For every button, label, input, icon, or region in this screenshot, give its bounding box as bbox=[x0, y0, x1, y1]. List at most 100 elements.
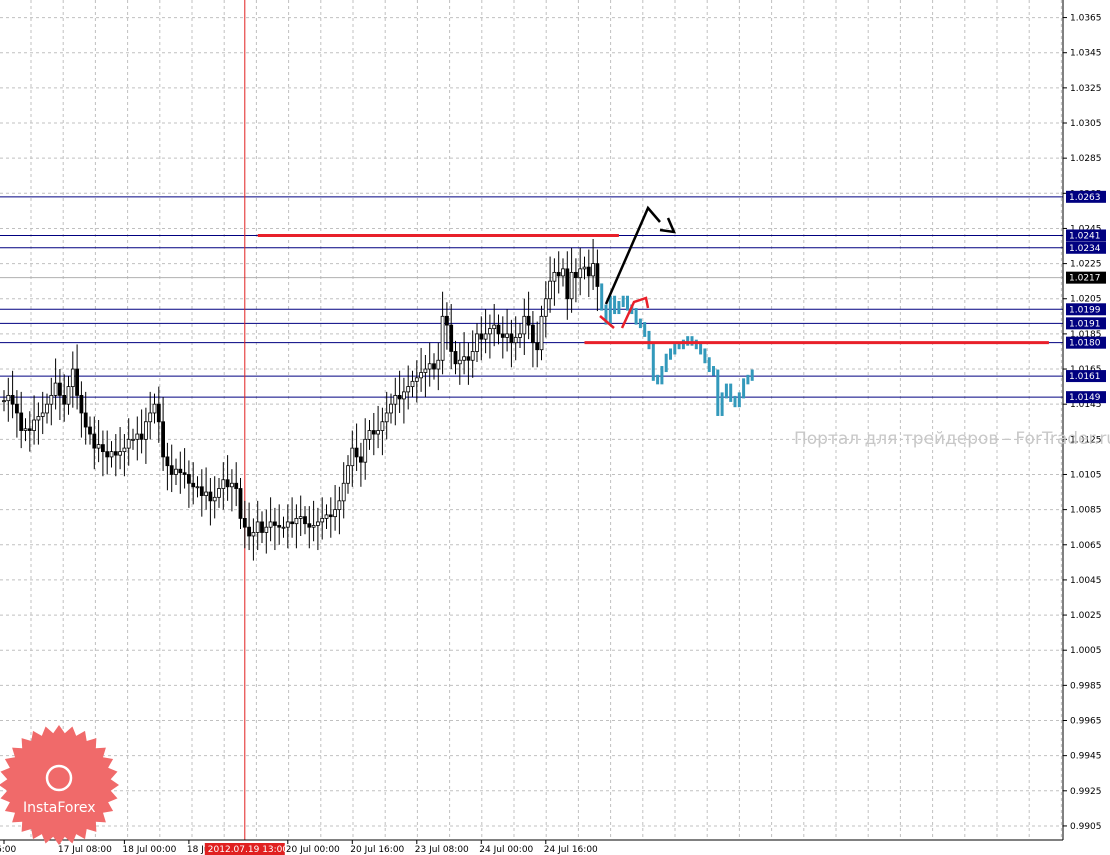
candle-body bbox=[238, 488, 243, 519]
logo-text: InstaForex bbox=[23, 800, 96, 816]
y-tick-label: 1.0305 bbox=[1070, 119, 1102, 129]
candle-body bbox=[58, 382, 62, 396]
forecast-bar bbox=[664, 353, 668, 373]
candle-body bbox=[186, 474, 191, 484]
y-tick-label: 1.0325 bbox=[1070, 84, 1102, 94]
candle-body bbox=[234, 482, 239, 489]
candle-body bbox=[531, 324, 535, 344]
y-tick-label: 1.0285 bbox=[1070, 154, 1102, 164]
candle-body bbox=[6, 394, 11, 402]
forecast-bar bbox=[737, 392, 741, 408]
x-tick-label: 24 Jul 16:00 bbox=[544, 845, 598, 855]
candle-body bbox=[161, 421, 166, 458]
y-tick-label: 1.0005 bbox=[1070, 646, 1102, 656]
x-tick-label: 24 Jul 00:00 bbox=[479, 845, 533, 855]
forecast-bar bbox=[600, 283, 604, 311]
y-tick-label: 1.0105 bbox=[1070, 470, 1102, 480]
candle-body bbox=[543, 298, 548, 317]
candle-body bbox=[492, 324, 497, 330]
forecast-bar bbox=[617, 301, 621, 315]
level-label: 1.0149 bbox=[1069, 393, 1101, 403]
forecast-bar bbox=[699, 343, 703, 355]
candle-body bbox=[247, 526, 252, 537]
candle-body bbox=[320, 518, 325, 523]
candle-body bbox=[324, 514, 329, 519]
candle-body bbox=[294, 518, 299, 525]
candle-body bbox=[135, 433, 140, 440]
y-tick-label: 1.0085 bbox=[1070, 506, 1102, 516]
forecast-bar bbox=[746, 374, 750, 385]
candle-body bbox=[595, 263, 600, 287]
candle-body bbox=[457, 359, 462, 365]
forecast-bar bbox=[656, 374, 660, 385]
level-label: 1.0234 bbox=[1069, 244, 1101, 254]
candle-body bbox=[92, 433, 97, 449]
candle-body bbox=[341, 482, 346, 502]
candle-body bbox=[311, 525, 316, 528]
forecast-bar bbox=[729, 383, 733, 402]
candle-body bbox=[354, 447, 359, 458]
candle-body bbox=[371, 430, 376, 435]
level-label: 1.0241 bbox=[1069, 231, 1101, 241]
candle-body bbox=[522, 315, 527, 335]
candle-body bbox=[101, 444, 105, 453]
x-tick-label: 18 Jul 00:00 bbox=[122, 845, 176, 855]
y-tick-label: 0.9965 bbox=[1070, 717, 1102, 727]
candle-body bbox=[156, 403, 161, 423]
forecast-bar bbox=[750, 369, 754, 381]
candle-body bbox=[139, 433, 144, 440]
candle-body bbox=[118, 451, 122, 456]
candle-body bbox=[475, 333, 479, 352]
candle-body bbox=[419, 372, 424, 379]
candle-body bbox=[453, 351, 458, 365]
candle-body bbox=[539, 315, 544, 351]
candle-body bbox=[444, 315, 449, 326]
candle-body bbox=[367, 430, 372, 440]
x-tick-label: 20 Jul 16:00 bbox=[350, 845, 404, 855]
candle-body bbox=[333, 509, 338, 518]
forecast-bar bbox=[634, 308, 638, 325]
candle-body bbox=[290, 521, 295, 525]
candle-body bbox=[260, 521, 264, 533]
forecast-bar bbox=[673, 343, 677, 355]
candle-body bbox=[10, 394, 15, 405]
candle-body bbox=[268, 521, 273, 528]
candle-body bbox=[251, 532, 256, 537]
candle-body bbox=[126, 438, 131, 449]
level-label: 1.0263 bbox=[1069, 193, 1101, 203]
candle-body bbox=[191, 482, 196, 488]
candle-body bbox=[414, 377, 419, 382]
candle-body bbox=[513, 337, 518, 344]
candle-body bbox=[337, 500, 342, 511]
candle-body bbox=[397, 394, 402, 400]
watermark: Портал для трейдеров - ForTrader.ru bbox=[794, 429, 1110, 449]
candle-body bbox=[225, 479, 230, 488]
forecast-bar bbox=[613, 295, 617, 315]
candle-body bbox=[574, 271, 578, 279]
candle-body bbox=[285, 521, 290, 528]
x-tick-label: 23 Jul 08:00 bbox=[415, 845, 469, 855]
candle-body bbox=[109, 451, 114, 458]
candle-body bbox=[27, 428, 32, 431]
candle-body bbox=[49, 394, 54, 405]
level-label: 1.0217 bbox=[1069, 274, 1101, 284]
candle-body bbox=[384, 412, 389, 423]
candle-body bbox=[436, 359, 441, 370]
candle-body bbox=[561, 268, 565, 277]
candle-body bbox=[96, 444, 101, 449]
candle-body bbox=[586, 266, 591, 277]
candle-body bbox=[315, 521, 320, 526]
candle-body bbox=[53, 382, 58, 396]
candle-body bbox=[346, 465, 350, 484]
candle-body bbox=[66, 386, 71, 405]
forecast-bar bbox=[643, 322, 647, 337]
y-tick-label: 1.0345 bbox=[1070, 49, 1102, 59]
y-tick-label: 1.0025 bbox=[1070, 611, 1102, 621]
candle-body bbox=[2, 400, 6, 403]
candle-body bbox=[143, 421, 148, 440]
x-tick-label: 17 Jul 08:00 bbox=[58, 845, 112, 855]
candle-body bbox=[535, 342, 540, 351]
candle-body bbox=[466, 356, 471, 361]
candle-body bbox=[131, 438, 135, 441]
candle-body bbox=[358, 456, 363, 463]
